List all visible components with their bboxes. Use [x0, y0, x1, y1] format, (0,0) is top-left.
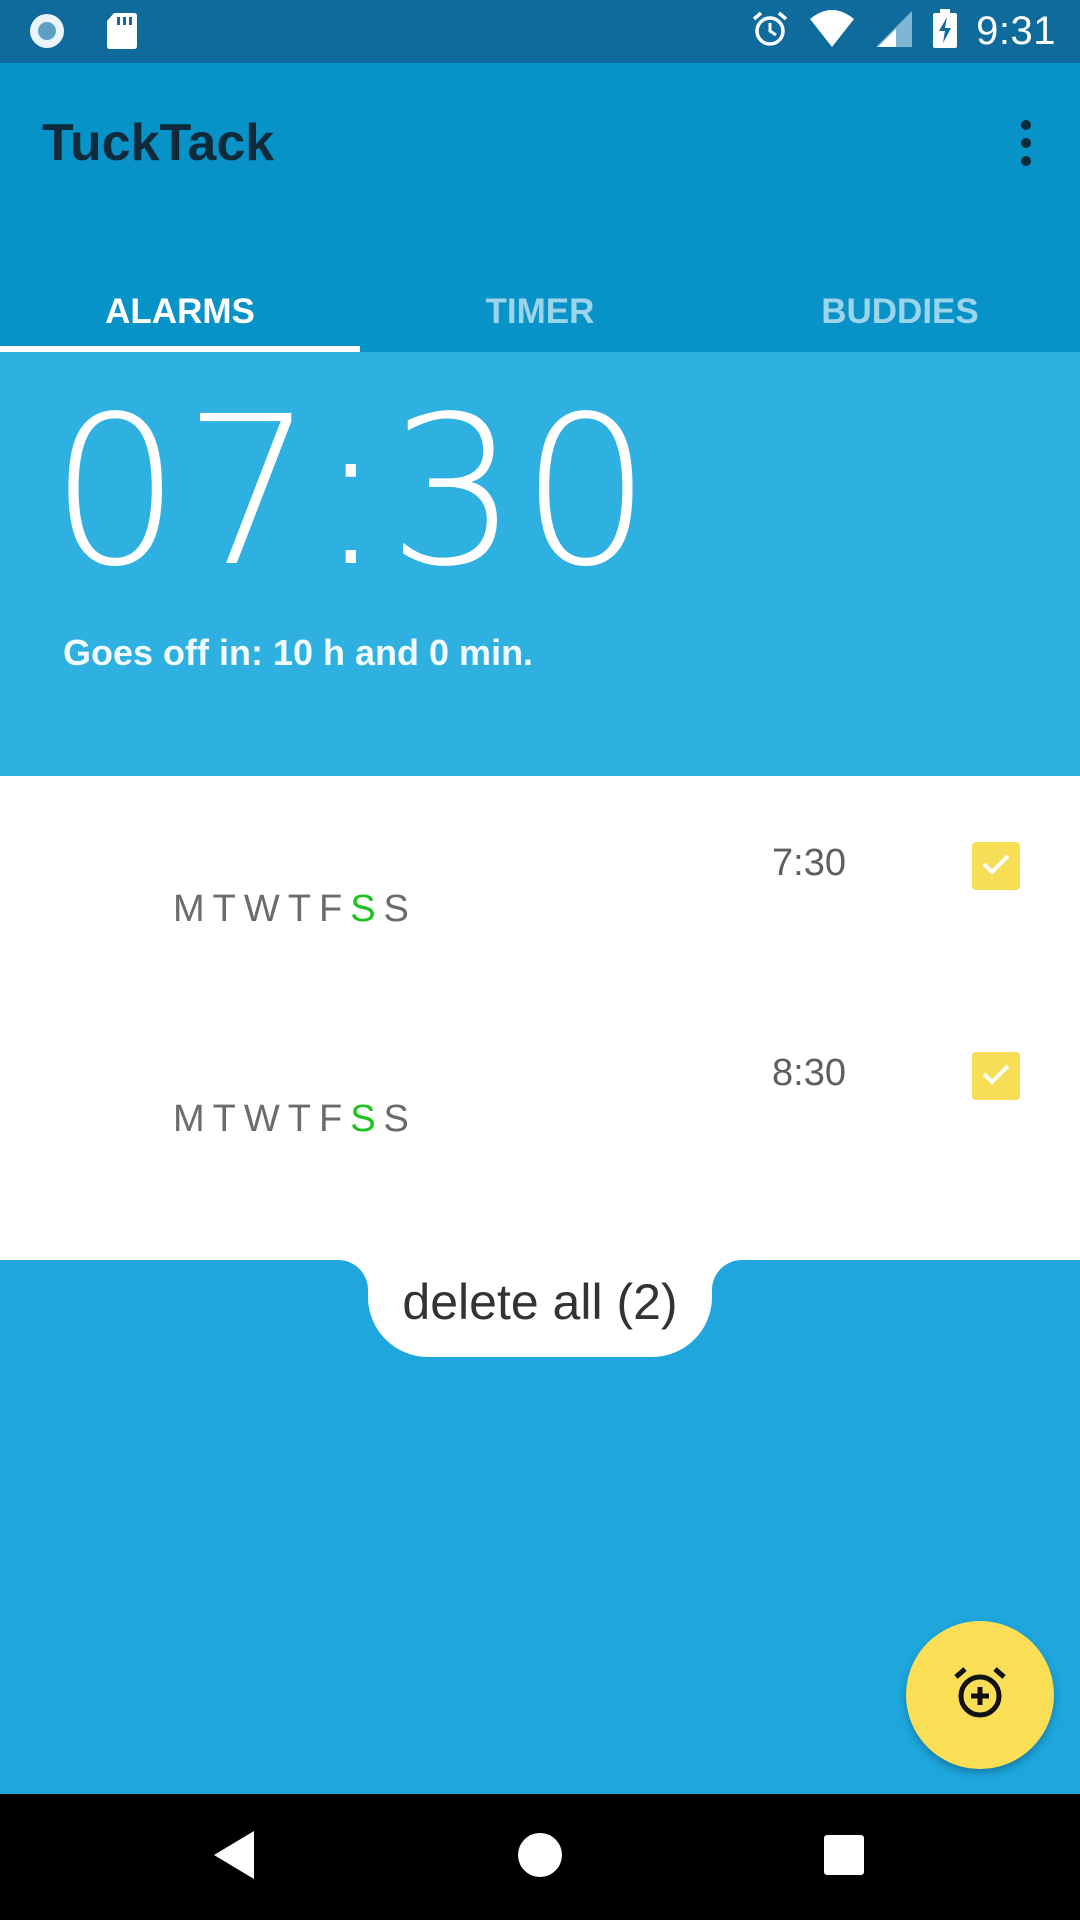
tab-bar: ALARMS TIMER BUDDIES	[0, 288, 1080, 352]
tab-buddies[interactable]: BUDDIES	[720, 288, 1080, 352]
day-label-active[interactable]: S	[350, 1098, 377, 1141]
alarm-time: 8:30	[772, 1052, 846, 1094]
status-left-icons	[28, 12, 138, 55]
status-right-icons: 9:31	[750, 6, 1056, 56]
check-icon	[978, 1056, 1014, 1097]
day-label[interactable]: F	[319, 1098, 344, 1141]
more-options-button[interactable]	[996, 103, 1056, 183]
tab-timer[interactable]: TIMER	[360, 288, 720, 352]
tab-alarms[interactable]: ALARMS	[0, 288, 360, 352]
home-button[interactable]	[507, 1824, 573, 1890]
alarm-time: 7:30	[772, 842, 846, 884]
check-icon	[978, 846, 1014, 887]
day-label[interactable]: T	[213, 1098, 238, 1141]
status-bar: 9:31	[0, 0, 1080, 63]
day-label[interactable]: F	[319, 888, 344, 931]
day-label[interactable]: M	[173, 1098, 207, 1141]
app-title: TuckTack	[42, 114, 275, 172]
day-label[interactable]: W	[244, 888, 282, 931]
back-button[interactable]	[202, 1824, 268, 1890]
status-clock: 9:31	[976, 8, 1056, 53]
alarm-enabled-checkbox[interactable]	[972, 1052, 1020, 1100]
battery-charging-icon	[932, 8, 958, 54]
alarm-days: M T W T F S S	[173, 1098, 411, 1141]
goes-off-text: Goes off in: 10 h and 0 min.	[63, 632, 534, 673]
record-icon	[28, 12, 66, 55]
next-alarm-time: 07:30	[50, 372, 654, 612]
wifi-icon	[808, 9, 856, 54]
alarm-list: 7:30 M T W T F S S 8:30 M T W T F S S	[0, 776, 1080, 1260]
system-nav-bar	[0, 1794, 1080, 1920]
day-label[interactable]: W	[244, 1098, 282, 1141]
day-label[interactable]: M	[173, 888, 207, 931]
add-alarm-button[interactable]	[906, 1621, 1054, 1769]
app-bar: TuckTack ALARMS TIMER BUDDIES	[0, 63, 1080, 352]
alarm-enabled-checkbox[interactable]	[972, 842, 1020, 890]
recents-icon	[823, 1834, 865, 1881]
alarm-row[interactable]: 7:30 M T W T F S S	[0, 816, 1080, 1026]
day-label[interactable]: T	[213, 888, 238, 931]
sd-card-icon	[106, 12, 138, 55]
alarm-clock-icon	[750, 9, 790, 54]
alarm-days: M T W T F S S	[173, 888, 411, 931]
delete-all-button[interactable]: delete all (2)	[368, 1260, 712, 1357]
cell-signal-icon	[874, 9, 914, 54]
alarm-list-footer: delete all (2)	[0, 1260, 1080, 1794]
day-label-active[interactable]: S	[350, 888, 377, 931]
day-label[interactable]: S	[384, 1098, 411, 1141]
next-alarm-panel: 07:30 Goes off in: 10 h and 0 min.	[0, 352, 1080, 776]
more-vert-icon	[1021, 120, 1031, 166]
day-label[interactable]: T	[288, 888, 313, 931]
day-label[interactable]: S	[384, 888, 411, 931]
home-icon	[517, 1832, 563, 1883]
add-alarm-icon	[950, 1663, 1010, 1728]
day-label[interactable]: T	[288, 1098, 313, 1141]
alarm-row[interactable]: 8:30 M T W T F S S	[0, 1026, 1080, 1236]
back-icon	[210, 1828, 260, 1887]
recents-button[interactable]	[811, 1824, 877, 1890]
